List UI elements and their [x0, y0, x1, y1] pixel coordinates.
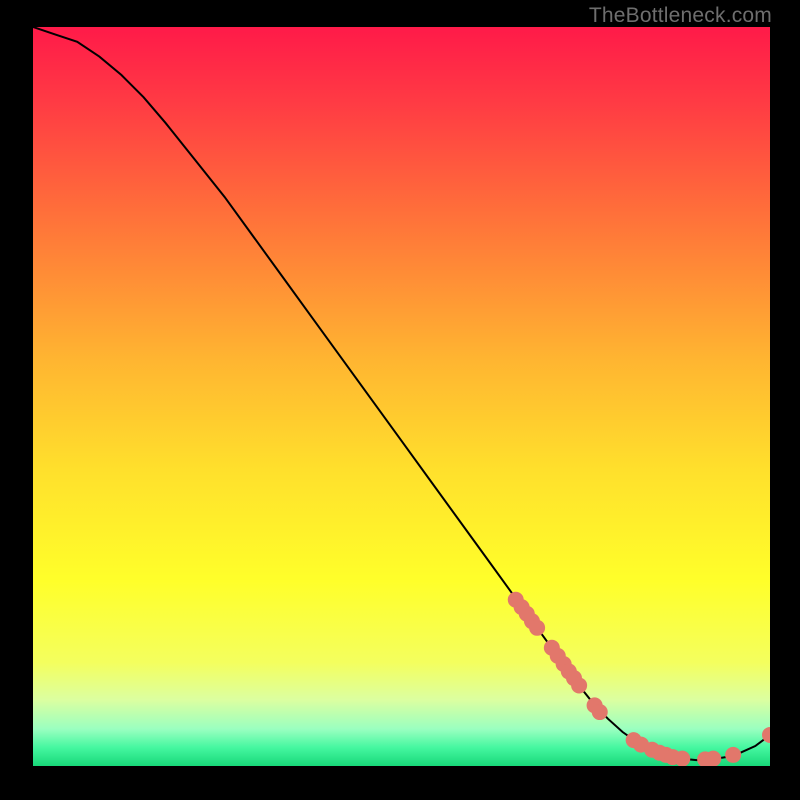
data-point — [674, 751, 690, 766]
chart-background — [33, 27, 770, 766]
data-point — [725, 747, 741, 763]
watermark-text: TheBottleneck.com — [589, 4, 772, 28]
data-point — [571, 677, 587, 693]
data-point — [705, 751, 721, 766]
chart-stage: TheBottleneck.com — [0, 0, 800, 800]
bottleneck-chart — [33, 27, 770, 766]
data-point — [529, 620, 545, 636]
data-point — [592, 704, 608, 720]
